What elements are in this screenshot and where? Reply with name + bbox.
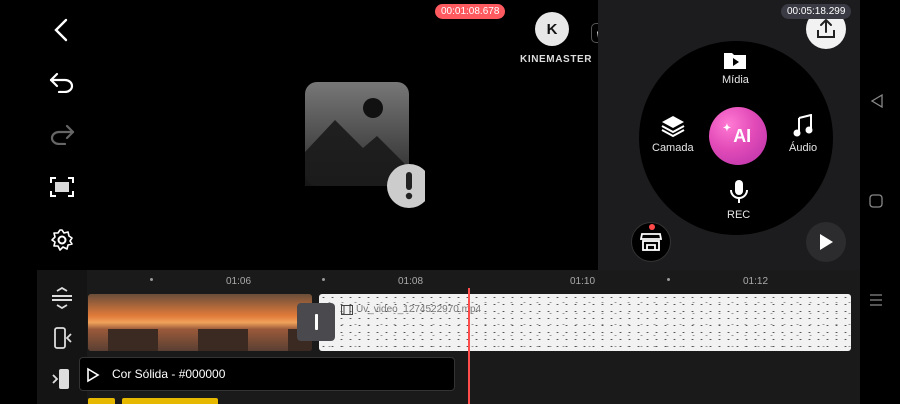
- asset-store-button[interactable]: [631, 222, 671, 262]
- color-layer-icon: [87, 367, 100, 383]
- audio-button[interactable]: Áudio: [789, 114, 817, 154]
- kinemaster-logo: K KINEMASTER: [520, 12, 593, 68]
- play-button[interactable]: [806, 222, 846, 262]
- redo-icon: [50, 124, 75, 145]
- undo-icon: [49, 72, 74, 93]
- ruler-dot: [150, 278, 153, 281]
- time-ruler[interactable]: 01:06 01:08 01:10 01:12: [87, 270, 860, 292]
- total-duration-badge: 00:05:18.299: [781, 4, 852, 19]
- trim-left-icon: [54, 327, 72, 349]
- ruler-dot: [667, 278, 670, 281]
- playhead-time-badge: 00:01:08.678: [435, 4, 506, 19]
- expand-tracks-icon: [52, 287, 72, 309]
- layer-button[interactable]: Camada: [652, 114, 694, 154]
- kinemaster-wordmark: KINEMASTER: [520, 54, 593, 65]
- ai-sparkle-icon: ✦: [722, 122, 732, 134]
- tick-label: 01:12: [743, 276, 769, 287]
- trim-right-button[interactable]: [47, 365, 77, 393]
- nav-recents-icon[interactable]: [869, 293, 883, 307]
- clip-thumbnail: [88, 294, 178, 351]
- fullscreen-icon: [50, 177, 74, 197]
- ruler-dot: [322, 278, 325, 281]
- notification-dot: [649, 224, 655, 230]
- rec-label: REC: [727, 209, 751, 221]
- trim-right-icon: [52, 369, 69, 389]
- kinemaster-logo-mark: K: [535, 12, 569, 46]
- audio-clip-marker[interactable]: [122, 398, 218, 404]
- tick-label: 01:06: [226, 276, 252, 287]
- layer-label: Camada: [652, 142, 694, 154]
- film-icon: [341, 305, 353, 315]
- back-icon: [54, 18, 68, 42]
- play-icon: [820, 234, 833, 250]
- playhead[interactable]: [468, 288, 470, 404]
- media-folder-icon: [724, 53, 747, 69]
- layer-clip-label: Cor Sólida - #000000: [112, 367, 226, 381]
- tick-label: 01:10: [570, 276, 596, 287]
- audio-label: Áudio: [789, 142, 818, 154]
- ai-button[interactable]: ✦ AI: [709, 107, 767, 165]
- store-icon: [640, 233, 662, 251]
- ai-label: AI: [733, 125, 752, 146]
- transition-icon: [314, 314, 318, 330]
- missing-media-icon: [305, 82, 431, 217]
- video-clip-sunset[interactable]: [88, 294, 312, 351]
- rec-button[interactable]: REC: [727, 179, 750, 221]
- layers-icon: [661, 116, 685, 138]
- settings-icon: [51, 229, 73, 251]
- media-label: Mídia: [722, 74, 749, 86]
- settings-button[interactable]: [44, 222, 80, 258]
- transition-button[interactable]: [297, 303, 335, 341]
- clip-thumbnail: [178, 294, 268, 351]
- undo-button[interactable]: [44, 64, 80, 100]
- left-toolbar: [0, 0, 118, 272]
- trim-left-button[interactable]: [47, 324, 77, 352]
- tick-label: 01:08: [398, 276, 424, 287]
- music-note-icon: [793, 114, 813, 137]
- expand-tracks-button[interactable]: [47, 284, 77, 312]
- nav-back-icon[interactable]: [870, 94, 884, 108]
- back-button[interactable]: [44, 12, 80, 48]
- microphone-icon: [729, 180, 748, 203]
- redo-button[interactable]: [44, 116, 80, 152]
- system-nav-bar: [860, 0, 900, 404]
- audio-clip-marker[interactable]: [88, 398, 115, 404]
- nav-home-icon[interactable]: [869, 194, 883, 208]
- share-icon: [817, 19, 835, 38]
- media-button[interactable]: Mídia: [722, 50, 749, 86]
- video-clip-b[interactable]: [319, 294, 851, 351]
- clip-b-filename: Uv_video_1274522970.mp4: [356, 304, 482, 315]
- fullscreen-button[interactable]: [44, 169, 80, 205]
